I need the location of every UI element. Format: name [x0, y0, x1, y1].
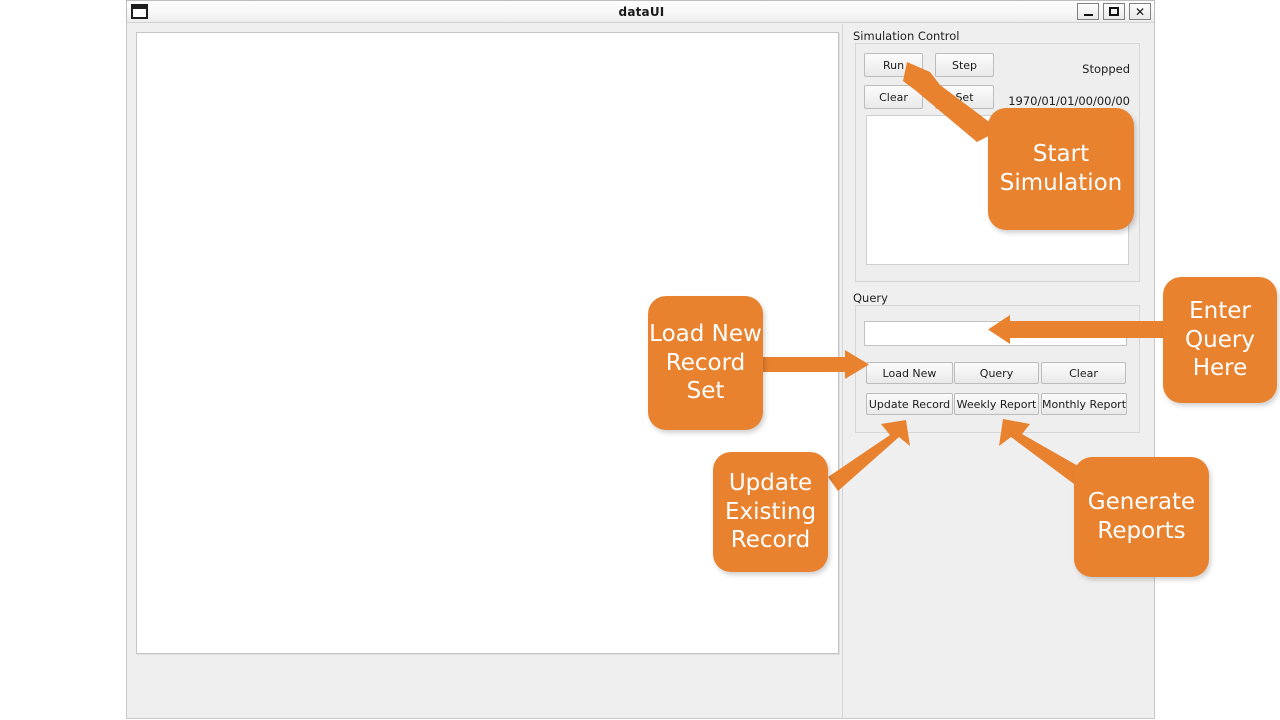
callout-start-simulation: Start Simulation [988, 108, 1134, 230]
panel-divider [842, 24, 843, 718]
minimize-icon[interactable] [1077, 3, 1099, 20]
weekly-report-button[interactable]: Weekly Report [954, 393, 1039, 415]
screen-root: Simulation Control Run Step Clear Set St… [0, 0, 1280, 720]
query-label: Query [853, 291, 888, 305]
query-button[interactable]: Query [954, 362, 1039, 384]
callout-load-new-record-set: Load New Record Set [648, 296, 763, 430]
window-title: dataUI [618, 5, 665, 19]
run-button[interactable]: Run [864, 53, 923, 77]
callout-enter-query-here: Enter Query Here [1163, 277, 1277, 403]
simulation-status-text: Stopped [1082, 62, 1130, 76]
step-button[interactable]: Step [935, 53, 994, 77]
query-clear-button[interactable]: Clear [1041, 362, 1126, 384]
simulation-timestamp: 1970/01/01/00/00/00 [1008, 94, 1130, 108]
update-record-button[interactable]: Update Record [866, 393, 953, 415]
load-new-button[interactable]: Load New [866, 362, 953, 384]
callout-generate-reports: Generate Reports [1074, 457, 1209, 577]
simulation-control-label: Simulation Control [853, 29, 960, 43]
window-controls: ✕ [1077, 3, 1151, 20]
title-bar[interactable]: dataUI ✕ [126, 0, 1155, 23]
maximize-icon[interactable] [1103, 3, 1125, 20]
monthly-report-button[interactable]: Monthly Report [1041, 393, 1127, 415]
close-icon[interactable]: ✕ [1129, 3, 1151, 20]
query-input[interactable] [864, 321, 1127, 346]
callout-update-existing-record: Update Existing Record [713, 452, 828, 572]
clear-button[interactable]: Clear [864, 85, 923, 109]
